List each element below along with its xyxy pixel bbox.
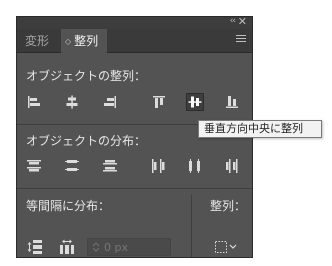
tab-arrows-icon: ◇ (65, 37, 72, 46)
vertical-distribute-space-icon[interactable] (26, 238, 44, 256)
distribute-spacing-title: 等間隔に分布： (26, 199, 111, 213)
distribute-horizontal-center-icon[interactable] (186, 157, 204, 175)
spinner-icon[interactable] (91, 241, 101, 253)
align-to-title: 整列： (210, 199, 247, 213)
distribute-vertical-center-icon[interactable] (63, 157, 81, 175)
align-right-icon[interactable] (101, 93, 119, 111)
horizontal-distribute-space-icon[interactable] (58, 238, 76, 256)
distribute-top-icon[interactable] (25, 157, 43, 175)
tab-transform[interactable]: 変形 (25, 29, 49, 53)
distribute-bottom-icon[interactable] (101, 157, 119, 175)
align-horizontal-center-icon[interactable] (63, 93, 81, 111)
section-divider (17, 188, 252, 189)
align-vertical-center-icon[interactable] (186, 93, 204, 111)
align-top-icon[interactable] (150, 93, 168, 111)
vertical-divider (191, 195, 192, 257)
align-left-icon[interactable] (25, 93, 43, 111)
close-icon[interactable]: ✕ (238, 17, 247, 28)
panel-title-bar[interactable]: ‹‹ ✕ (17, 17, 252, 29)
align-objects-title: オブジェクトの整列： (26, 69, 147, 83)
spacing-input[interactable] (87, 238, 171, 256)
spacing-value-field[interactable] (104, 240, 164, 254)
tooltip: 垂直方向中央に整列 (198, 120, 322, 138)
hamburger-menu-icon[interactable] (236, 35, 246, 44)
align-bottom-icon[interactable] (223, 93, 241, 111)
tab-align-label: 整列 (74, 34, 99, 48)
double-chevron-left-icon[interactable]: ‹‹ (230, 17, 236, 26)
align-to-selection-icon[interactable] (213, 238, 239, 256)
distribute-objects-title: オブジェクトの分布： (26, 134, 147, 148)
distribute-left-icon[interactable] (150, 157, 168, 175)
tab-align[interactable]: ◇ 整列 (61, 29, 107, 53)
tab-bar: 変形 ◇ 整列 (17, 29, 252, 53)
distribute-right-icon[interactable] (223, 157, 241, 175)
